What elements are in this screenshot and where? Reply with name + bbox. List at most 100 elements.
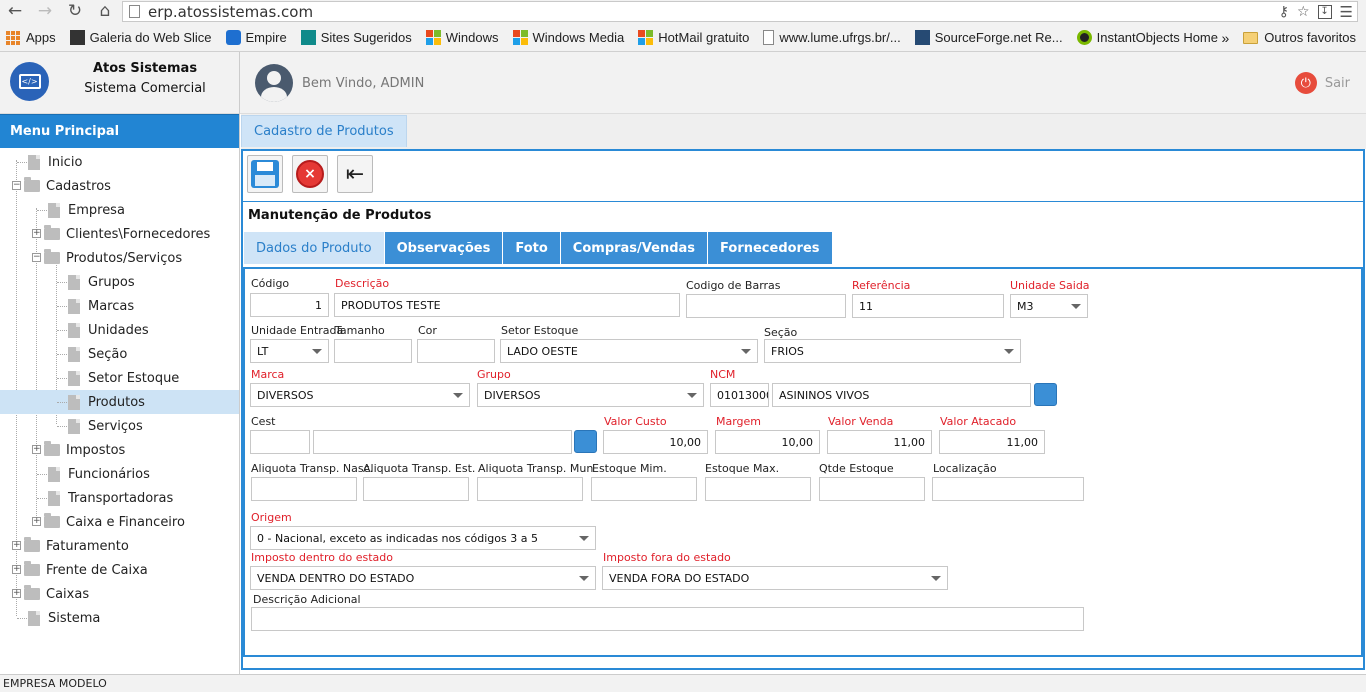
bookmark-web-slice[interactable]: Galeria do Web Slice (69, 30, 212, 45)
tab-compras-vendas[interactable]: Compras/Vendas (560, 232, 708, 264)
windows-icon (425, 30, 441, 45)
expand-icon[interactable]: + (32, 229, 41, 238)
ncm-description-field[interactable]: ASININOS VIVOS (772, 383, 1031, 407)
sidebar-item-produtos[interactable]: Produtos (0, 390, 239, 414)
sidebar-item-unidades[interactable]: Unidades (0, 318, 239, 342)
url-text[interactable]: erp.atossistemas.com (148, 3, 313, 21)
sidebar-item-faturamento[interactable]: + Faturamento (0, 534, 239, 558)
sidebar-item-label: Frente de Caixa (46, 562, 148, 578)
reload-icon[interactable]: ↻ (62, 0, 88, 22)
cor-field[interactable] (417, 339, 495, 363)
expand-icon[interactable]: + (12, 589, 21, 598)
sidebar-item-marcas[interactable]: Marcas (0, 294, 239, 318)
chevron-down-icon (453, 393, 463, 398)
cest-description-field[interactable] (313, 430, 572, 454)
bookmark-empire[interactable]: Empire (225, 30, 287, 45)
address-bar[interactable]: erp.atossistemas.com ⚷ ☆ ↧ ☰ (122, 1, 1358, 22)
bookmark-windows-media[interactable]: Windows Media (512, 30, 624, 45)
bookmark-sites-sugeridos[interactable]: Sites Sugeridos (300, 30, 412, 45)
tab-fornecedores[interactable]: Fornecedores (708, 232, 832, 264)
collapse-icon[interactable]: − (12, 181, 21, 190)
expand-icon[interactable]: + (12, 541, 21, 550)
sidebar-item-transportadoras[interactable]: Transportadoras (0, 486, 239, 510)
bookmark-instantobjects[interactable]: InstantObjects Home (1076, 30, 1218, 45)
unidade-saida-select[interactable]: M3 (1010, 294, 1088, 318)
ncm-search-button[interactable] (1034, 383, 1057, 406)
setor-estoque-select[interactable]: LADO OESTE (500, 339, 758, 363)
sidebar-item-secao[interactable]: Seção (0, 342, 239, 366)
imposto-fora-select[interactable]: VENDA FORA DO ESTADO (602, 566, 948, 590)
localizacao-field[interactable] (932, 477, 1084, 501)
bookmark-hotmail[interactable]: HotMail gratuito (638, 30, 749, 45)
aliq-mun-field[interactable] (477, 477, 583, 501)
sidebar-item-caixa-financeiro[interactable]: + Caixa e Financeiro (0, 510, 239, 534)
sidebar-item-funcionarios[interactable]: Funcionários (0, 462, 239, 486)
sidebar-item-clientes[interactable]: + Clientes\Fornecedores (0, 222, 239, 246)
imposto-dentro-select[interactable]: VENDA DENTRO DO ESTADO (250, 566, 596, 590)
codigo-barras-field[interactable] (686, 294, 846, 318)
sidebar-item-setor-estoque[interactable]: Setor Estoque (0, 366, 239, 390)
cancel-button[interactable]: × (292, 155, 328, 193)
tab-cadastro-produtos[interactable]: Cadastro de Produtos (241, 115, 407, 147)
sidebar-item-frente-caixa[interactable]: + Frente de Caixa (0, 558, 239, 582)
cest-search-button[interactable] (574, 430, 597, 453)
expand-icon[interactable]: + (32, 445, 41, 454)
referencia-field[interactable]: 11 (852, 294, 1004, 318)
save-button[interactable] (247, 155, 283, 193)
hamburger-icon[interactable]: ☰ (1340, 3, 1353, 21)
star-icon[interactable]: ☆ (1297, 4, 1310, 20)
key-icon[interactable]: ⚷ (1279, 4, 1289, 20)
marca-select[interactable]: DIVERSOS (250, 383, 470, 407)
margem-field[interactable]: 10,00 (715, 430, 820, 454)
sidebar-item-sistema[interactable]: Sistema (0, 606, 239, 630)
origem-select[interactable]: 0 - Nacional, exceto as indicadas nos có… (250, 526, 596, 550)
descricao-adicional-field[interactable] (251, 607, 1084, 631)
valor-custo-field[interactable]: 10,00 (603, 430, 708, 454)
sidebar-item-empresa[interactable]: Empresa (0, 198, 239, 222)
back-icon[interactable]: ← (2, 0, 28, 22)
sidebar-item-servicos[interactable]: Serviços (0, 414, 239, 438)
other-bookmarks[interactable]: Outros favoritos (1264, 30, 1356, 45)
collapse-icon[interactable]: − (32, 253, 41, 262)
tamanho-field[interactable] (334, 339, 412, 363)
qtde-estoque-field[interactable] (819, 477, 925, 501)
label-origem: Origem (251, 511, 292, 524)
unidade-entrada-select[interactable]: LT (250, 339, 329, 363)
sidebar-item-produtos-servicos[interactable]: − Produtos/Serviços (0, 246, 239, 270)
home-icon[interactable]: ⌂ (92, 0, 118, 22)
aliq-nasc-field[interactable] (251, 477, 357, 501)
grupo-select[interactable]: DIVERSOS (477, 383, 704, 407)
aliq-est-field[interactable] (363, 477, 469, 501)
tab-observacoes[interactable]: Observações (384, 232, 503, 264)
estoque-max-field[interactable] (705, 477, 811, 501)
estoque-min-field[interactable] (591, 477, 697, 501)
sidebar-item-impostos[interactable]: + Impostos (0, 438, 239, 462)
sidebar-item-caixas[interactable]: + Caixas (0, 582, 239, 606)
more-bookmarks-icon[interactable]: » (1221, 30, 1229, 46)
expand-icon[interactable]: + (12, 565, 21, 574)
ncm-code-field[interactable]: 01013000 (710, 383, 769, 407)
valor-atacado-field[interactable]: 11,00 (939, 430, 1045, 454)
tab-foto[interactable]: Foto (503, 232, 560, 264)
cest-code-field[interactable] (250, 430, 310, 454)
power-icon: ⏻ (1294, 72, 1317, 94)
logout-button[interactable]: ⏻ Sair (1294, 72, 1350, 94)
bookmark-windows[interactable]: Windows (425, 30, 499, 45)
exit-button[interactable]: ⇤ (337, 155, 373, 193)
sidebar-item-cadastros[interactable]: − Cadastros (0, 174, 239, 198)
menu-icon[interactable]: ↧ (1317, 4, 1332, 19)
codigo-field[interactable]: 1 (250, 293, 329, 317)
valor-venda-field[interactable]: 11,00 (827, 430, 932, 454)
bookmark-label: Windows (445, 30, 499, 45)
descricao-field[interactable]: PRODUTOS TESTE (334, 293, 680, 317)
sidebar-item-grupos[interactable]: Grupos (0, 270, 239, 294)
forward-icon[interactable]: → (32, 0, 58, 22)
bookmark-apps[interactable]: Apps (6, 30, 56, 45)
bookmark-sourceforge[interactable]: SourceForge.net Re... (914, 30, 1063, 45)
secao-select[interactable]: FRIOS (764, 339, 1021, 363)
tab-dados-produto[interactable]: Dados do Produto (244, 232, 384, 264)
label-descricao: Descrição (335, 277, 390, 290)
bookmark-lume[interactable]: www.lume.ufrgs.br/... (763, 30, 901, 45)
expand-icon[interactable]: + (32, 517, 41, 526)
sidebar-item-inicio[interactable]: Inicio (0, 150, 239, 174)
